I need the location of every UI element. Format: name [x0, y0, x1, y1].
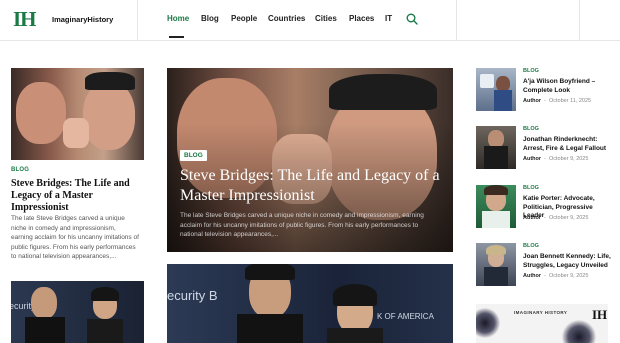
left-card-2-image[interactable]: ecurity B: [11, 281, 144, 343]
sidebar-post-category[interactable]: BLOG: [523, 68, 539, 74]
header-divider: [579, 0, 580, 40]
sidebar-post-date: October 11, 2025: [548, 98, 592, 104]
hero-excerpt: The late Steve Bridges carved a unique n…: [180, 212, 424, 238]
left-card-image[interactable]: [11, 68, 144, 160]
nav-places[interactable]: Places: [349, 14, 374, 23]
nav-active-indicator: [169, 36, 184, 38]
sidebar-post[interactable]: BLOG Joan Bennett Kennedy: Life, Struggl…: [476, 243, 616, 288]
sidebar-post-title[interactable]: Jonathan Rinderknecht: Arrest, Fire & Le…: [523, 136, 615, 153]
sidebar-post-title[interactable]: Joan Bennett Kennedy: Life, Struggles, L…: [523, 253, 615, 270]
sidebar-post-meta: Author - October 9, 2025: [523, 156, 589, 162]
site-header: IH ImaginaryHistory Home Blog People Cou…: [0, 0, 620, 40]
sidebar-post[interactable]: BLOG Jonathan Rinderknecht: Arrest, Fire…: [476, 126, 616, 171]
sidebar-post-date: October 9, 2025: [548, 156, 589, 162]
ad-banner[interactable]: IMAGINARY HISTORY IH: [476, 304, 608, 343]
sidebar-post-date: October 9, 2025: [548, 215, 589, 221]
hero-category[interactable]: BLOG: [180, 150, 207, 161]
sidebar-post-author[interactable]: Author: [523, 273, 541, 279]
site-logo[interactable]: IH ImaginaryHistory: [13, 8, 113, 30]
sidebar-thumb[interactable]: [476, 243, 516, 286]
sidebar-thumb[interactable]: [476, 126, 516, 169]
nav-countries[interactable]: Countries: [268, 14, 305, 23]
sidebar-post[interactable]: BLOG A'ja Wilson Boyfriend – Complete Lo…: [476, 68, 616, 113]
header-divider: [137, 0, 138, 40]
sidebar-post-meta: Author - October 11, 2025: [523, 98, 592, 104]
sidebar-post[interactable]: BLOG Katie Porter: Advocate, Politician,…: [476, 185, 616, 230]
sidebar-post-category[interactable]: BLOG: [523, 126, 539, 132]
backdrop-text-right: K OF AMERICA: [377, 312, 434, 321]
left-card-category[interactable]: BLOG: [11, 167, 29, 173]
sidebar-post-author[interactable]: Author: [523, 98, 541, 104]
logo-name: ImaginaryHistory: [52, 15, 114, 24]
nav-home[interactable]: Home: [167, 14, 189, 23]
sidebar-post-category[interactable]: BLOG: [523, 243, 539, 249]
nav-cities[interactable]: Cities: [315, 14, 337, 23]
sidebar-post-author[interactable]: Author: [523, 156, 541, 162]
sidebar-thumb[interactable]: [476, 68, 516, 111]
header-divider: [456, 0, 457, 40]
search-icon[interactable]: [406, 13, 418, 25]
sidebar-thumb[interactable]: [476, 185, 516, 228]
ad-logo-mark: IH: [592, 307, 608, 322]
ad-label: IMAGINARY HISTORY: [514, 310, 568, 315]
backdrop-text-left: ecurity B: [167, 288, 218, 303]
sidebar-post-meta: Author - October 9, 2025: [523, 273, 589, 279]
left-card-title[interactable]: Steve Bridges: The Life and Legacy of a …: [11, 178, 133, 214]
sidebar-post-author[interactable]: Author: [523, 215, 541, 221]
nav-it[interactable]: IT: [385, 14, 392, 23]
logo-mark: IH: [13, 7, 36, 31]
second-article-image[interactable]: ecurity B K OF AMERICA: [167, 264, 453, 343]
sidebar-post-category[interactable]: BLOG: [523, 185, 539, 191]
nav-blog[interactable]: Blog: [201, 14, 219, 23]
sidebar-post-meta: Author - October 9, 2025: [523, 215, 589, 221]
hero-title[interactable]: Steve Bridges: The Life and Legacy of a …: [180, 166, 442, 206]
left-card-excerpt: The late Steve Bridges carved a unique n…: [11, 215, 139, 260]
sidebar-post-title[interactable]: A'ja Wilson Boyfriend – Complete Look: [523, 78, 615, 95]
sidebar-post-date: October 9, 2025: [548, 273, 589, 279]
hero-image[interactable]: BLOG Steve Bridges: The Life and Legacy …: [167, 68, 453, 252]
header-border: [0, 40, 620, 41]
nav-people[interactable]: People: [231, 14, 257, 23]
